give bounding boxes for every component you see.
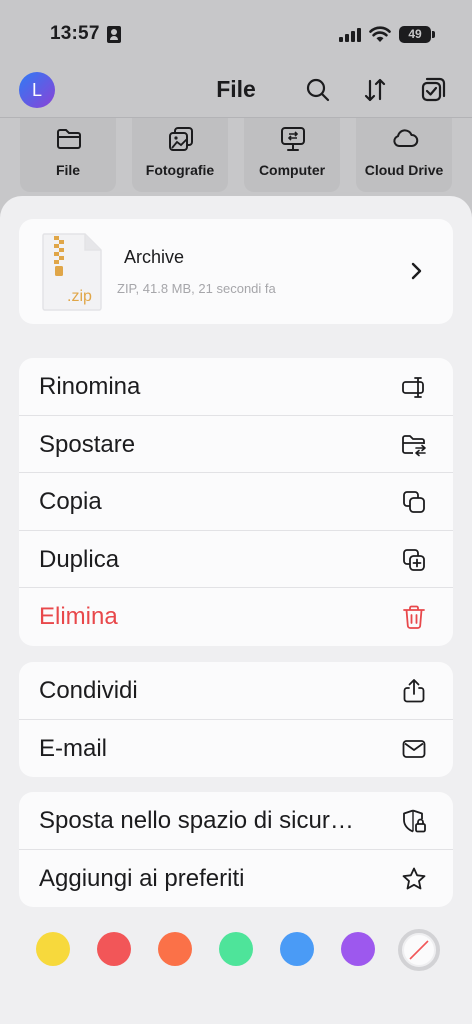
category-label: File — [55, 162, 81, 178]
email-label: E-mail — [39, 734, 108, 762]
file-card[interactable]: .zip Archive ZIP, 41.8 MB, 21 secondi fa — [19, 219, 453, 324]
no-color-icon[interactable] — [397, 928, 441, 972]
cloud-icon — [393, 129, 419, 147]
actions-group-more: Sposta nello spazio di sicur… Aggiungi a… — [19, 792, 453, 908]
actions-group-edit: Rinomina Spostare Copia Duplica Elimina — [19, 358, 453, 646]
star-icon — [401, 866, 427, 892]
duplicate-icon — [401, 547, 427, 573]
photos-icon — [169, 127, 193, 151]
move-button[interactable]: Spostare — [19, 416, 453, 474]
category-file[interactable]: File — [20, 118, 116, 192]
page-title: File — [216, 76, 256, 102]
share-icon — [401, 678, 427, 704]
category-photos[interactable]: Fotografie — [132, 118, 228, 192]
rename-icon — [401, 374, 427, 400]
move-label: Spostare — [39, 430, 136, 458]
secure-space-icon — [401, 808, 427, 834]
cellular-signal-icon — [339, 28, 363, 42]
status-time: 13:57 — [50, 23, 100, 44]
battery-icon: 49 — [399, 26, 431, 43]
delete-label: Elimina — [39, 603, 118, 631]
file-meta: ZIP, 41.8 MB, 21 secondi fa — [117, 281, 276, 296]
color-tag-blue[interactable] — [280, 932, 314, 966]
sort-icon[interactable] — [360, 75, 390, 105]
add-to-favorites-button[interactable]: Aggiungi ai preferiti — [19, 850, 453, 908]
status-bar: 13:57 49 — [0, 0, 472, 62]
color-tag-orange[interactable] — [158, 932, 192, 966]
rename-label: Rinomina — [39, 373, 141, 400]
color-tag-green[interactable] — [219, 932, 253, 966]
chevron-right-icon — [411, 262, 422, 280]
action-sheet: .zip Archive ZIP, 41.8 MB, 21 secondi fa… — [0, 196, 472, 1024]
move-folder-icon — [401, 432, 427, 458]
trash-icon — [401, 604, 427, 630]
select-icon[interactable] — [418, 75, 448, 105]
category-computer[interactable]: Computer — [244, 118, 340, 192]
share-button[interactable]: Condividi — [19, 662, 453, 720]
delete-button[interactable]: Elimina — [19, 588, 453, 646]
contact-card-icon — [107, 26, 121, 43]
move-to-secure-space-button[interactable]: Sposta nello spazio di sicur… — [19, 792, 453, 850]
secure-space-label: Sposta nello spazio di sicur… — [39, 807, 354, 834]
wifi-icon — [369, 25, 391, 43]
duplicate-label: Duplica — [39, 545, 120, 573]
mail-icon — [401, 736, 427, 762]
copy-button[interactable]: Copia — [19, 473, 453, 531]
zip-extension: .zip — [67, 288, 92, 305]
category-label: Cloud Drive — [364, 162, 444, 178]
share-label: Condividi — [39, 677, 138, 704]
category-label: Fotografie — [145, 162, 215, 178]
email-button[interactable]: E-mail — [19, 720, 453, 778]
color-tag-purple[interactable] — [341, 932, 375, 966]
actions-group-share: Condividi E-mail — [19, 662, 453, 778]
top-bar: L File — [0, 62, 472, 118]
category-row: File Fotografie Computer Cloud Drive — [0, 118, 472, 194]
category-label: Computer — [258, 162, 326, 178]
computer-icon — [281, 127, 305, 151]
copy-icon — [401, 489, 427, 515]
folder-icon — [57, 129, 81, 149]
duplicate-button[interactable]: Duplica — [19, 531, 453, 589]
battery-tip — [432, 31, 435, 38]
category-cloud-drive[interactable]: Cloud Drive — [356, 118, 452, 192]
file-name: Archive — [124, 247, 185, 267]
color-tag-yellow[interactable] — [36, 932, 70, 966]
rename-button[interactable]: Rinomina — [19, 358, 453, 416]
favorites-label: Aggiungi ai preferiti — [39, 864, 245, 892]
color-tag-row — [0, 929, 472, 972]
search-icon[interactable] — [303, 75, 333, 105]
copy-label: Copia — [39, 488, 102, 516]
zip-file-icon: .zip — [42, 233, 102, 311]
color-tag-red[interactable] — [97, 932, 131, 966]
